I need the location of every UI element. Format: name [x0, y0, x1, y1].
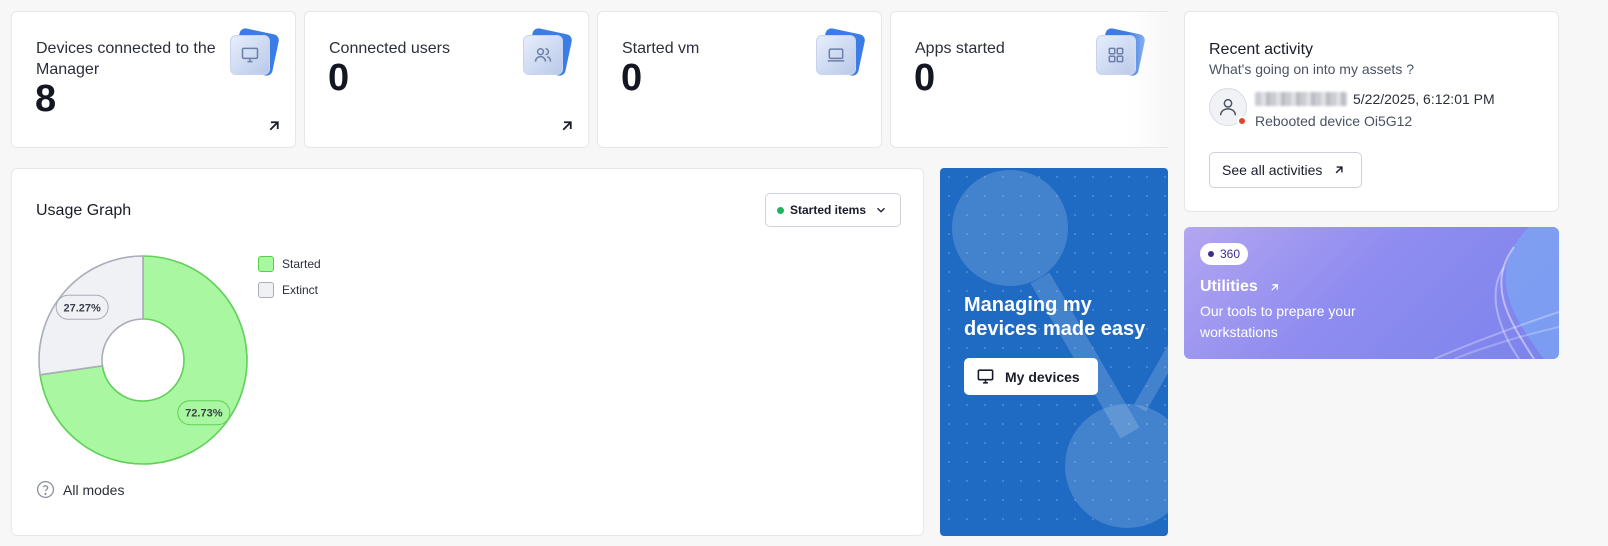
promo-card: Managing my devices made easy My devices: [940, 168, 1168, 536]
svg-text:72.73%: 72.73%: [185, 408, 223, 420]
stat-value: 8: [35, 78, 57, 120]
stat-card-users[interactable]: Connected users 0: [304, 11, 589, 148]
svg-text:27.27%: 27.27%: [64, 302, 102, 314]
arrow-up-right-icon: [1335, 166, 1344, 174]
usage-graph-card: Usage Graph Started items 72.73% 27.27% S…: [11, 168, 924, 536]
utilities-card[interactable]: 360 Utilities Our tools to prepare your …: [1184, 227, 1559, 359]
donut-chart: 72.73% 27.27%: [38, 255, 248, 465]
stat-label: Connected users: [329, 40, 450, 57]
arrow-up-right-icon[interactable]: [265, 117, 283, 135]
avatar: [1209, 88, 1247, 126]
legend-swatch: [258, 282, 274, 298]
users-icon: [523, 27, 573, 77]
dot-pattern: [940, 168, 1168, 536]
my-devices-button[interactable]: My devices: [964, 358, 1098, 395]
badge-360: 360: [1200, 243, 1249, 265]
recent-activity-subtitle: What's going on into my assets ?: [1209, 61, 1414, 77]
stat-label: Devices connected to the Manager: [36, 40, 216, 78]
laptop-icon: [816, 27, 866, 77]
stat-card-apps: Apps started 0: [890, 11, 1168, 148]
utilities-title: Utilities: [1200, 278, 1258, 295]
pie-data-label: 72.73%: [177, 400, 231, 426]
stat-value: 0: [914, 57, 936, 99]
activity-timestamp: 5/22/2025, 6:12:01 PM: [1353, 91, 1495, 107]
utilities-description: Our tools to prepare your workstations: [1200, 303, 1356, 340]
button-label: My devices: [1005, 368, 1080, 385]
recent-activity-card: Recent activity What's going on into my …: [1184, 11, 1559, 212]
promo-title: Managing my devices made easy: [964, 294, 1146, 340]
activity-user-name: [1255, 92, 1347, 106]
stat-label: Apps started: [915, 40, 1005, 57]
stat-value: 0: [328, 57, 350, 99]
badge-dot: [1208, 251, 1214, 257]
legend-item-extinct[interactable]: Extinct: [258, 282, 318, 298]
monitor-icon: [230, 27, 280, 77]
arrow-up-right-icon: [1271, 283, 1278, 291]
see-all-activities-button[interactable]: See all activities: [1209, 152, 1362, 188]
legend-label: Started: [282, 257, 321, 271]
usage-graph-title: Usage Graph: [36, 202, 132, 219]
all-modes-footer: All modes: [36, 480, 124, 499]
started-items-dropdown[interactable]: Started items: [765, 193, 901, 227]
chevron-down-icon: [877, 207, 885, 213]
legend-swatch: [258, 256, 274, 272]
dropdown-label: Started items: [790, 203, 867, 217]
stat-card-vm: Started vm 0: [597, 11, 882, 148]
status-dot: [777, 206, 784, 214]
user-icon: [1219, 98, 1237, 116]
help-circle-icon[interactable]: [36, 480, 55, 499]
badge-label: 360: [1220, 247, 1241, 261]
activity-description: Rebooted device Oi5G12: [1255, 113, 1413, 129]
recent-activity-title: Recent activity: [1209, 41, 1314, 58]
utilities-title-row: Utilities: [1200, 278, 1281, 296]
monitor-icon: [977, 369, 994, 384]
stat-label: Started vm: [622, 40, 700, 57]
status-dot: [1237, 116, 1247, 126]
arrow-up-right-icon[interactable]: [558, 117, 576, 135]
footer-label: All modes: [63, 481, 125, 498]
pie-data-label: 27.27%: [55, 294, 109, 320]
button-label: See all activities: [1222, 162, 1323, 178]
legend-item-started[interactable]: Started: [258, 256, 321, 272]
stat-card-devices[interactable]: Devices connected to the Manager 8: [11, 11, 296, 148]
stat-value: 0: [621, 57, 643, 99]
legend-label: Extinct: [282, 283, 319, 297]
